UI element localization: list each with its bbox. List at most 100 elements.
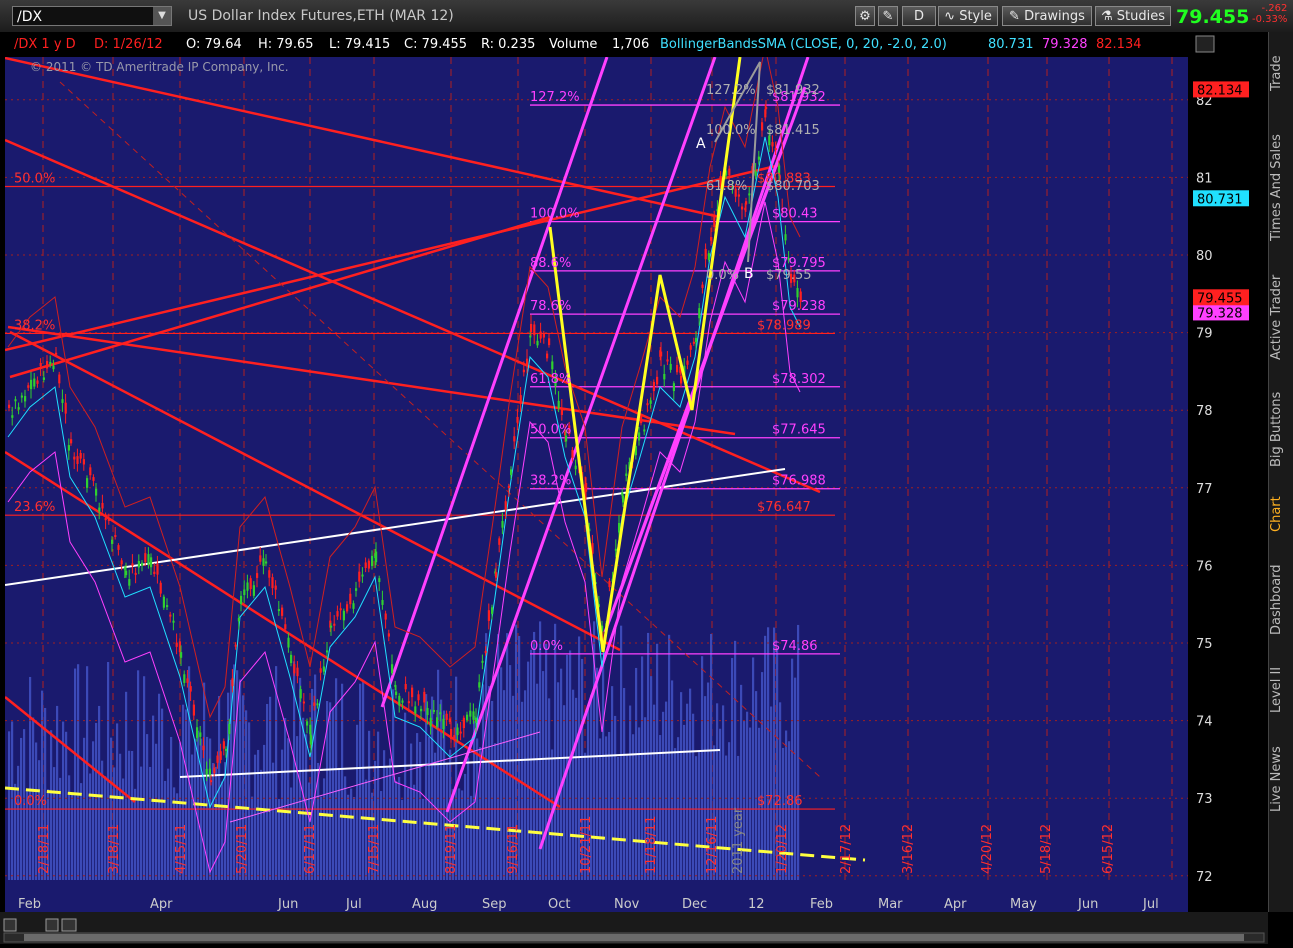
volume-bar	[11, 721, 14, 880]
candle-body	[417, 694, 420, 701]
candle-body	[381, 600, 384, 605]
volume-bar	[74, 668, 77, 880]
candle-body	[117, 545, 120, 550]
tab-level-ii[interactable]: Level II	[1269, 657, 1293, 722]
volume-bar	[53, 767, 56, 880]
candle-body	[539, 331, 542, 339]
candle-body	[689, 345, 692, 350]
candle-body	[339, 608, 342, 611]
candle-body	[737, 194, 740, 197]
date-label: 2/18/11	[37, 824, 52, 874]
header-low: L: 79.415	[329, 37, 390, 52]
study-header: /DX 1 y D D: 1/26/12 O: 79.64 H: 79.65 L…	[8, 34, 1215, 54]
candle-body	[128, 579, 131, 586]
candle-body	[472, 711, 475, 720]
candle-body	[507, 485, 510, 488]
volume-bar	[323, 778, 326, 880]
tab-times-and-sales[interactable]: Times And Sales	[1269, 118, 1293, 258]
candle-body	[95, 488, 98, 496]
candle-body	[299, 689, 302, 699]
candle-body	[530, 323, 533, 333]
candle-body	[225, 748, 228, 751]
volume-bar	[8, 731, 11, 880]
volume-bar	[752, 657, 755, 880]
candle-body	[656, 376, 659, 385]
candle-body	[333, 623, 336, 626]
date-label: 5/20/11	[235, 824, 250, 874]
volume-bar	[266, 703, 269, 880]
candle-body	[147, 554, 150, 565]
candle-body	[92, 477, 95, 481]
volume-bar	[86, 666, 89, 880]
volume-bar	[725, 755, 728, 880]
candle-body	[391, 664, 394, 674]
volume-bar	[440, 699, 443, 880]
candle-body	[274, 585, 277, 590]
tab-live-news[interactable]: Live News	[1269, 732, 1293, 827]
candle-body	[432, 709, 435, 712]
candle-body	[585, 483, 588, 492]
volume-bar	[605, 736, 608, 880]
volume-bar	[284, 717, 287, 880]
volume-bar	[65, 731, 68, 880]
style-button[interactable]: ∿ Style	[938, 6, 998, 26]
symbol-input[interactable]: /DX ▼	[12, 6, 172, 26]
scrollbar-thumb[interactable]	[24, 934, 1244, 941]
y-tick-label: 80	[1196, 249, 1213, 264]
header-open: O: 79.64	[186, 37, 242, 52]
candle-body	[36, 380, 39, 384]
candle-body	[560, 408, 563, 415]
candle-body	[504, 501, 507, 510]
candle-body	[450, 728, 453, 739]
zoom-in-icon[interactable]	[3, 918, 17, 932]
tab-big-buttons[interactable]: Big Buttons	[1269, 382, 1293, 477]
drawings-button[interactable]: ✎ Drawings	[1002, 6, 1092, 26]
date-label: 7/15/11	[367, 824, 382, 874]
period-button[interactable]: D	[902, 6, 936, 26]
date-label: 6/15/12	[1101, 824, 1116, 874]
gray-fib-label: 127.2%	[706, 83, 756, 98]
candle-body	[478, 682, 481, 688]
tab-active-trader[interactable]: Active Trader	[1269, 262, 1293, 372]
studies-button[interactable]: ⚗ Studies	[1095, 6, 1171, 26]
candle-body	[622, 495, 625, 503]
tab-chart[interactable]: Chart	[1269, 487, 1293, 542]
volume-label: Volume	[549, 37, 597, 52]
volume-bar	[680, 692, 683, 880]
candle-body	[114, 535, 117, 538]
candle-body	[89, 467, 92, 476]
volume-bar	[695, 756, 698, 880]
percent-icon[interactable]	[61, 918, 77, 932]
fib-price: $79.238	[772, 299, 826, 314]
chevron-down-icon[interactable]: ▼	[153, 7, 171, 25]
volume-bar	[95, 722, 98, 880]
zoom-out-icon[interactable]	[45, 918, 59, 932]
candle-body	[306, 721, 309, 726]
price-chart[interactable]: 127.2% $81.932100.0% $80.4388.6% $79.79578.…	[0, 32, 1268, 912]
candle-body	[42, 377, 45, 380]
candle-body	[672, 383, 675, 392]
volume-bar	[620, 625, 623, 880]
fib-label: 88.6%	[530, 256, 571, 271]
candle-body	[219, 751, 222, 760]
candle-body	[262, 558, 265, 566]
volume-bar	[401, 799, 404, 880]
candle-body	[420, 708, 423, 712]
candle-body	[205, 768, 208, 775]
date-label: 9/16/11	[506, 824, 521, 874]
candle-body	[11, 415, 14, 418]
y-tick-label: 73	[1196, 792, 1213, 807]
candle-body	[199, 732, 202, 737]
volume-bar	[329, 702, 332, 880]
candle-body	[676, 365, 679, 373]
candle-body	[352, 603, 355, 609]
date-label: 5/18/12	[1039, 824, 1054, 874]
expand-icon[interactable]	[1195, 35, 1215, 53]
volume-bar	[467, 757, 470, 880]
tab-dashboard[interactable]: Dashboard	[1269, 552, 1293, 647]
link-icon[interactable]: ✎	[878, 6, 898, 26]
bb-lower: 82.134	[1096, 37, 1142, 52]
tab-trade[interactable]: Trade	[1269, 38, 1293, 108]
settings-icon[interactable]: ⚙	[855, 6, 875, 26]
y-tick-label: 77	[1196, 482, 1213, 497]
